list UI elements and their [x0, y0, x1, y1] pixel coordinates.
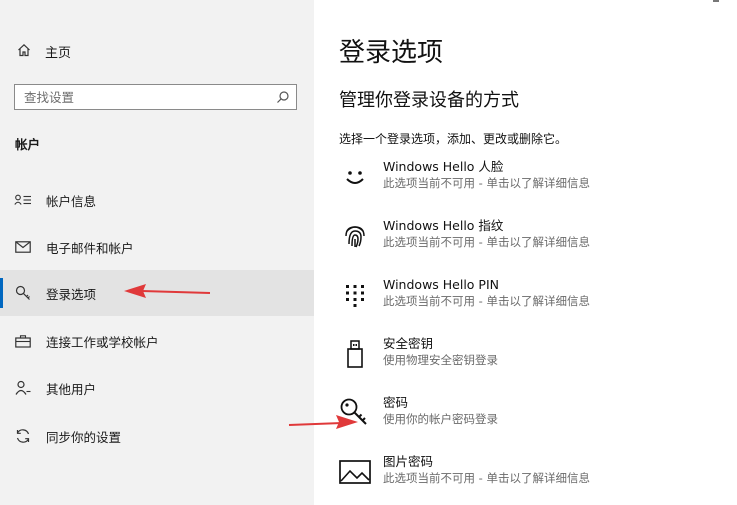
sidebar-item-label: 帐户信息: [46, 193, 97, 209]
sidebar-item-label: 登录选项: [46, 286, 97, 302]
search-box[interactable]: [14, 84, 297, 110]
sidebar: 主页 帐户 帐户信息 电子邮件和帐户 登录选项 连接工作或学校帐户: [0, 0, 314, 505]
option-name: 图片密码: [383, 454, 434, 469]
window-edge-mark: [713, 0, 719, 2]
option-picture-password[interactable]: 图片密码 此选项当前不可用 - 单击以了解详细信息: [339, 453, 729, 499]
sidebar-item-label: 其他用户: [46, 381, 97, 397]
option-desc: 此选项当前不可用 - 单击以了解详细信息: [383, 471, 590, 485]
option-face[interactable]: Windows Hello 人脸 此选项当前不可用 - 单击以了解详细信息: [339, 158, 729, 204]
option-name: Windows Hello PIN: [383, 277, 500, 292]
option-password[interactable]: 密码 使用你的帐户密码登录: [339, 394, 729, 440]
section-title: 帐户: [15, 137, 41, 152]
page-title: 登录选项: [339, 38, 444, 68]
option-fingerprint[interactable]: Windows Hello 指纹 此选项当前不可用 - 单击以了解详细信息: [339, 217, 729, 263]
key-icon: [14, 284, 32, 302]
active-indicator: [0, 278, 3, 308]
option-desc: 此选项当前不可用 - 单击以了解详细信息: [383, 294, 590, 308]
fingerprint-icon: [339, 219, 371, 253]
nav-home[interactable]: 主页: [0, 36, 314, 66]
sidebar-item-email-accounts[interactable]: 电子邮件和帐户: [0, 224, 314, 270]
section-subtitle: 管理你登录设备的方式: [339, 90, 519, 111]
sync-icon: [14, 427, 32, 445]
sidebar-item-work-school[interactable]: 连接工作或学校帐户: [0, 318, 314, 364]
face-icon: [339, 160, 371, 194]
pin-keypad-icon: [339, 278, 371, 312]
mail-icon: [14, 238, 32, 256]
option-name: Windows Hello 人脸: [383, 159, 504, 174]
option-name: 密码: [383, 395, 409, 410]
intro-text: 选择一个登录选项，添加、更改或删除它。: [339, 132, 568, 146]
option-desc: 此选项当前不可用 - 单击以了解详细信息: [383, 176, 590, 190]
option-desc: 使用物理安全密钥登录: [383, 353, 498, 367]
sidebar-item-label: 同步你的设置: [46, 429, 122, 445]
account-info-icon: [14, 191, 32, 209]
search-input[interactable]: [15, 85, 270, 109]
sidebar-item-label: 电子邮件和帐户: [46, 240, 134, 256]
option-name: 安全密钥: [383, 336, 434, 351]
search-icon[interactable]: [270, 85, 296, 109]
annotation-arrow-sidebar: [124, 284, 211, 298]
briefcase-icon: [14, 332, 32, 350]
option-security-key[interactable]: 安全密钥 使用物理安全密钥登录: [339, 335, 729, 381]
option-name: Windows Hello 指纹: [383, 218, 504, 233]
usb-key-icon: [339, 337, 371, 371]
sidebar-item-sync-settings[interactable]: 同步你的设置: [0, 413, 314, 459]
option-desc: 此选项当前不可用 - 单击以了解详细信息: [383, 235, 590, 249]
picture-icon: [339, 455, 371, 489]
back-arrow-icon[interactable]: [10, 0, 50, 2]
option-desc: 使用你的帐户密码登录: [383, 412, 498, 426]
main-panel: 登录选项 管理你登录设备的方式 选择一个登录选项，添加、更改或删除它。 Wind…: [314, 0, 737, 505]
nav-home-label: 主页: [45, 45, 72, 61]
person-add-icon: [14, 379, 32, 397]
option-pin[interactable]: Windows Hello PIN 此选项当前不可用 - 单击以了解详细信息: [339, 276, 729, 322]
sidebar-item-other-users[interactable]: 其他用户: [0, 365, 314, 411]
annotation-arrow-password: [288, 415, 358, 429]
home-icon: [17, 42, 31, 61]
sidebar-item-account-info[interactable]: 帐户信息: [0, 177, 314, 223]
sidebar-item-label: 连接工作或学校帐户: [46, 334, 159, 350]
